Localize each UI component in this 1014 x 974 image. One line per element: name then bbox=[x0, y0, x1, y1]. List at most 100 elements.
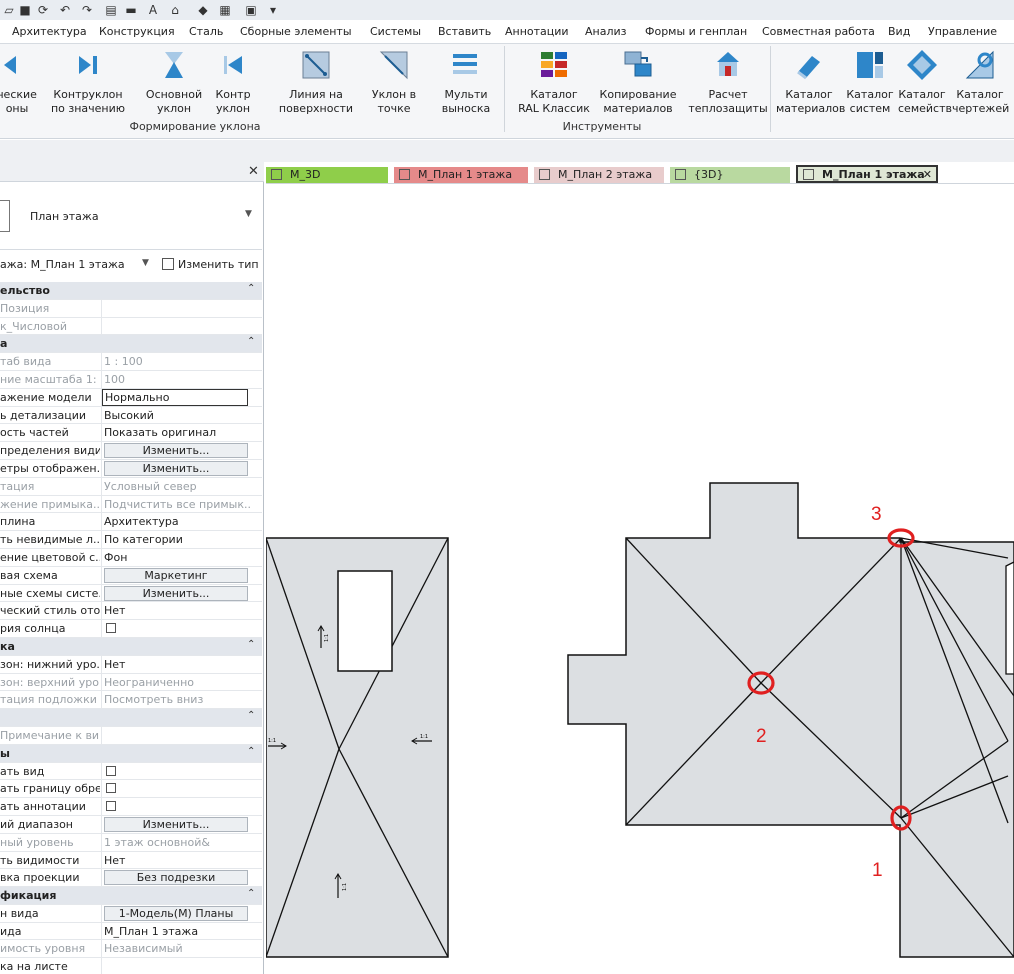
property-checkbox[interactable] bbox=[106, 765, 116, 776]
slope-tag: 1:1 bbox=[324, 634, 330, 642]
tab-insert[interactable]: Вставить bbox=[438, 24, 491, 40]
ribbon-separator bbox=[770, 46, 771, 132]
roof-opening bbox=[337, 570, 393, 672]
tab-view[interactable]: Вид bbox=[888, 24, 910, 40]
tool-label: Копирование bbox=[599, 88, 677, 101]
tab-manage[interactable]: Управление bbox=[928, 24, 997, 40]
column-divider bbox=[101, 495, 102, 513]
roof-plan-right bbox=[567, 482, 1014, 958]
switch-windows-icon[interactable]: ▣ bbox=[244, 3, 258, 17]
chevron-down-icon[interactable]: ▼ bbox=[245, 209, 252, 219]
property-row: ка на листе bbox=[0, 958, 262, 974]
property-button[interactable]: 1-Модель(М) Планы bbox=[104, 905, 248, 921]
customize-qat-icon[interactable]: ▾ bbox=[266, 3, 280, 17]
property-button[interactable]: Маркетинг bbox=[104, 567, 248, 583]
close-icon[interactable]: ✕ bbox=[248, 164, 259, 179]
tab-annotate[interactable]: Аннотации bbox=[505, 24, 569, 40]
options-bar bbox=[0, 140, 1014, 162]
property-name: рия солнца bbox=[0, 622, 66, 636]
chevron-up-icon[interactable]: ⌃ bbox=[247, 336, 255, 347]
property-section[interactable]: фикация ⌃ bbox=[0, 887, 262, 905]
property-section[interactable]: а ⌃ bbox=[0, 335, 262, 354]
view-tab[interactable]: М_План 1 этажа ✕ bbox=[796, 165, 938, 183]
text-icon[interactable]: A bbox=[146, 3, 160, 17]
undo-icon[interactable]: ↶ bbox=[58, 3, 72, 17]
property-name: ние масштаба 1: bbox=[0, 372, 97, 386]
property-value: Независимый bbox=[104, 942, 183, 956]
column-divider bbox=[101, 370, 102, 388]
edit-type-label: Изменить тип bbox=[178, 258, 259, 271]
property-row: вка проекции Без подрезки bbox=[0, 869, 262, 888]
print-icon[interactable]: ▤ bbox=[104, 3, 118, 17]
property-name: ость частей bbox=[0, 426, 69, 440]
property-name: ажение модели bbox=[0, 390, 92, 404]
tool-label: материалов bbox=[776, 102, 846, 115]
property-name: ать вид bbox=[0, 764, 45, 778]
multi-leader-icon bbox=[453, 54, 477, 74]
section-title: ы bbox=[0, 746, 10, 760]
property-name: етры отображен... bbox=[0, 461, 100, 475]
property-checkbox[interactable] bbox=[106, 623, 116, 634]
chevron-up-icon[interactable]: ⌃ bbox=[247, 888, 255, 899]
tool-label: Мульти bbox=[444, 88, 488, 101]
edit-type-button[interactable]: Изменить тип bbox=[162, 258, 259, 271]
instance-selector[interactable]: ажа: М_План 1 этажа bbox=[0, 258, 125, 271]
tab-architecture[interactable]: Архитектура bbox=[12, 24, 87, 40]
tab-analyze[interactable]: Анализ bbox=[585, 24, 627, 40]
column-divider bbox=[101, 548, 102, 566]
section-icon[interactable]: ◆ bbox=[196, 3, 210, 17]
tool-label: Контруклон bbox=[53, 88, 123, 101]
chevron-up-icon[interactable]: ⌃ bbox=[247, 639, 255, 650]
property-value: Условный север bbox=[104, 479, 197, 493]
property-section[interactable]: ельство ⌃ bbox=[0, 282, 262, 300]
property-row: ость частей Показать оригинал bbox=[0, 424, 262, 443]
property-section[interactable]: ы ⌃ bbox=[0, 744, 262, 763]
column-divider bbox=[101, 798, 102, 815]
open-folder-icon[interactable]: ▱ bbox=[2, 3, 16, 17]
chevron-up-icon[interactable]: ⌃ bbox=[247, 283, 255, 294]
close-hidden-icon[interactable]: ▦ bbox=[218, 3, 232, 17]
property-button[interactable]: Без подрезки bbox=[104, 870, 248, 886]
view-tab[interactable]: {3D} bbox=[670, 167, 790, 183]
tab-massing-site[interactable]: Формы и генплан bbox=[645, 24, 747, 40]
property-input[interactable]: Нормально bbox=[102, 388, 248, 406]
tab-collaborate[interactable]: Совместная работа bbox=[762, 24, 875, 40]
property-checkbox[interactable] bbox=[106, 801, 116, 812]
property-button[interactable]: Изменить... bbox=[104, 816, 248, 832]
property-button[interactable]: Изменить... bbox=[104, 443, 248, 459]
section-title: ка bbox=[0, 639, 15, 653]
type-selector[interactable]: План этажа ▼ bbox=[0, 182, 262, 250]
save-icon[interactable]: ■ bbox=[18, 3, 32, 17]
sync-icon[interactable]: ⟳ bbox=[36, 3, 50, 17]
redo-icon[interactable]: ↷ bbox=[80, 3, 94, 17]
chevron-up-icon[interactable]: ⌃ bbox=[247, 746, 255, 757]
property-name: плина bbox=[0, 515, 36, 529]
tab-steel[interactable]: Сталь bbox=[189, 24, 223, 40]
home-icon[interactable]: ⌂ bbox=[168, 3, 182, 17]
chevron-up-icon[interactable]: ⌃ bbox=[247, 710, 255, 721]
property-value: Нет bbox=[104, 853, 126, 867]
tab-structure[interactable]: Конструкция bbox=[99, 24, 175, 40]
view-tab[interactable]: М_План 1 этажа bbox=[394, 167, 528, 183]
property-section[interactable]: ка ⌃ bbox=[0, 637, 262, 656]
property-button[interactable]: Изменить... bbox=[104, 585, 248, 601]
property-checkbox[interactable] bbox=[106, 783, 116, 794]
column-divider bbox=[101, 762, 102, 780]
chevron-down-icon[interactable]: ▼ bbox=[142, 258, 149, 268]
view-tab[interactable]: М_План 2 этажа bbox=[534, 167, 664, 183]
close-tab-icon[interactable]: ✕ bbox=[923, 167, 932, 183]
property-row: ида М_План 1 этажа bbox=[0, 922, 262, 941]
tab-precast[interactable]: Сборные элементы bbox=[240, 24, 352, 40]
floor-plan-icon bbox=[539, 169, 550, 180]
drawing-canvas[interactable]: 1:1 1:1 1:1 1:1 1 2 3 bbox=[266, 186, 1014, 974]
property-name: зон: нижний уро... bbox=[0, 657, 100, 671]
tool-label: Каталог bbox=[785, 88, 833, 101]
view-tab[interactable]: М_3D bbox=[266, 167, 388, 183]
measure-icon[interactable]: ▬ bbox=[124, 3, 138, 17]
tool-label: Контр bbox=[215, 88, 251, 101]
property-button[interactable]: Изменить... bbox=[104, 460, 248, 476]
property-name: пределения види... bbox=[0, 444, 100, 458]
property-section[interactable]: ⌃ bbox=[0, 709, 262, 727]
property-name: ь детализации bbox=[0, 408, 87, 422]
tab-systems[interactable]: Системы bbox=[370, 24, 421, 40]
